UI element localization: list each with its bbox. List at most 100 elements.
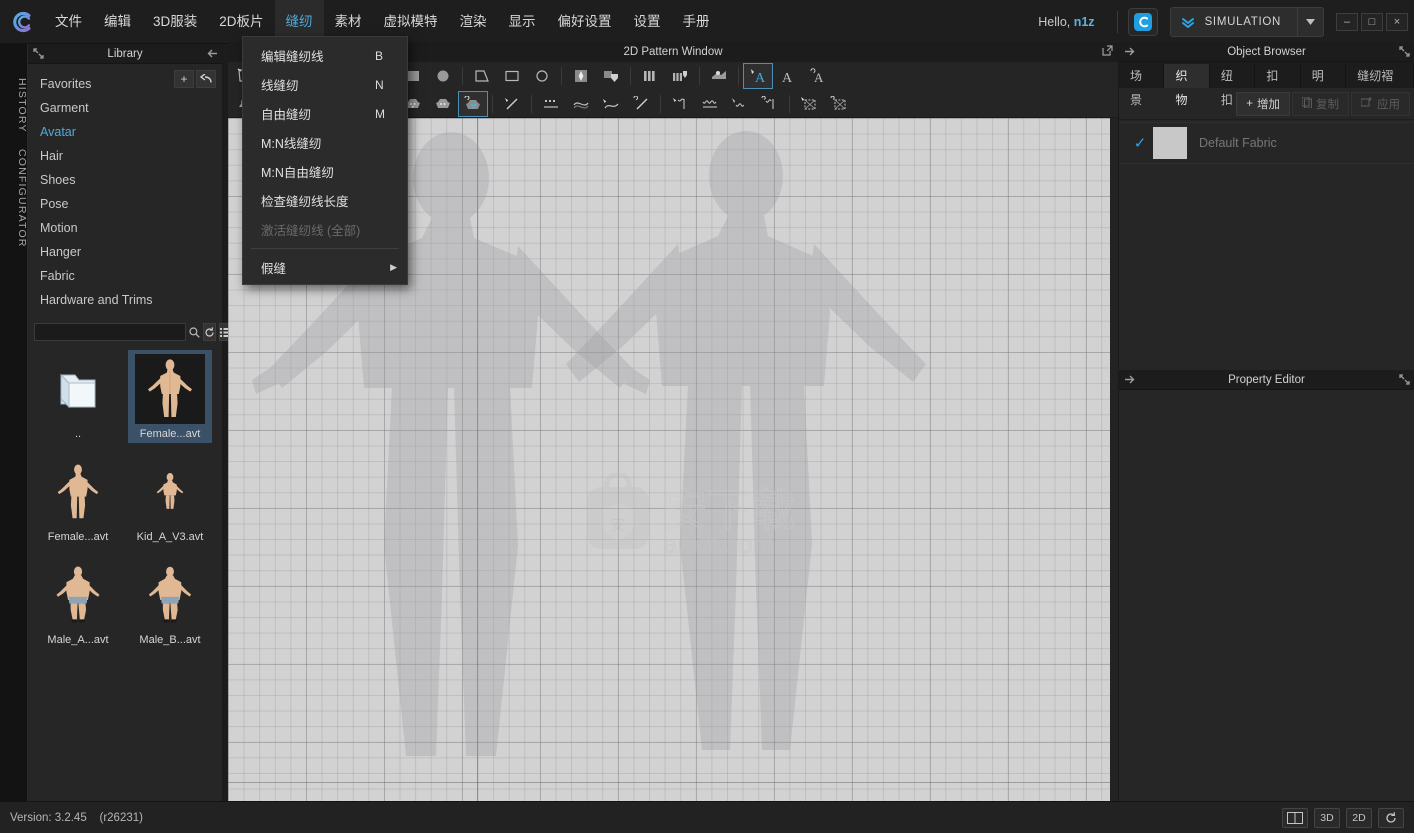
- collapse-right-icon[interactable]: [1119, 375, 1139, 384]
- trace-icon[interactable]: [704, 63, 734, 89]
- library-category-pose[interactable]: Pose: [28, 192, 222, 216]
- menu-item-render[interactable]: 渲染: [449, 0, 498, 44]
- rail-tab-history[interactable]: HISTORY: [0, 70, 28, 141]
- internal-polygon-icon[interactable]: [467, 63, 497, 89]
- reset-view-button[interactable]: [1378, 807, 1404, 828]
- minimize-button[interactable]: –: [1336, 12, 1358, 31]
- graphic-icon[interactable]: [428, 91, 458, 117]
- split-view-button[interactable]: [1282, 807, 1308, 828]
- expand-panel-icon[interactable]: [28, 48, 48, 59]
- library-category-hardware-and-trims[interactable]: Hardware and Trims: [28, 288, 222, 312]
- library-category-shoes[interactable]: Shoes: [28, 168, 222, 192]
- tab-scene[interactable]: 场景: [1119, 64, 1165, 107]
- file-item-female[interactable]: Female...avt: [36, 453, 120, 546]
- plus-icon[interactable]: +: [174, 70, 194, 88]
- line-stitch-icon[interactable]: [626, 91, 656, 117]
- refresh-icon[interactable]: [203, 323, 216, 341]
- file-item-female-selected[interactable]: Female...avt: [128, 350, 212, 443]
- internal-rectangle-icon[interactable]: [497, 63, 527, 89]
- view-2d-button[interactable]: 2D: [1346, 807, 1372, 828]
- caret-down-icon[interactable]: [1297, 7, 1323, 36]
- tab-fabric[interactable]: 织物: [1164, 64, 1210, 107]
- menu-item-preferences[interactable]: 偏好设置: [547, 0, 623, 44]
- menu-item-file[interactable]: 文件: [44, 0, 93, 44]
- status-bar: Version: 3.2.45 (r26231) 3D 2D: [0, 801, 1414, 833]
- menu-option-check-sewing-length[interactable]: 检查缝纫线长度: [243, 186, 407, 215]
- circle-pattern-icon[interactable]: [428, 63, 458, 89]
- chevron-right-icon: ▶: [390, 262, 397, 272]
- cloud-c-icon[interactable]: [1127, 7, 1158, 36]
- table-row[interactable]: ✓ Default Fabric: [1119, 122, 1414, 164]
- clo-c-logo-icon: [0, 0, 44, 44]
- menu-option-label: M:N线缝纫: [261, 137, 322, 151]
- collapse-right-icon[interactable]: [1119, 47, 1139, 56]
- tab-button[interactable]: 纽扣: [1210, 64, 1256, 107]
- library-header: Library: [28, 44, 222, 64]
- file-item-male-a[interactable]: Male_A...avt: [36, 556, 120, 649]
- menu-option-mn-free-sewing[interactable]: M:N自由缝纫: [243, 157, 407, 186]
- edit-mesh-icon[interactable]: [794, 91, 824, 117]
- notch-icon[interactable]: [596, 63, 626, 89]
- checkmark-icon[interactable]: ✓: [1127, 134, 1153, 152]
- file-item-male-b[interactable]: Male_B...avt: [128, 556, 212, 649]
- menu-option-free-sewing[interactable]: 自由缝纫 M: [243, 99, 407, 128]
- free-stitch-icon[interactable]: [566, 91, 596, 117]
- tab-buttonhole[interactable]: 扣眼: [1255, 64, 1301, 107]
- fold-arrange-icon[interactable]: [665, 63, 695, 89]
- library-actions: +: [174, 70, 216, 88]
- menu-option-mn-segment-sewing[interactable]: M:N线缝纫: [243, 128, 407, 157]
- pleat-icon[interactable]: [635, 63, 665, 89]
- tab-seam-pucker[interactable]: 缝纫褶皱: [1346, 64, 1414, 107]
- file-item-parent-folder[interactable]: ..: [36, 350, 120, 443]
- library-category-motion[interactable]: Motion: [28, 216, 222, 240]
- menu-item-edit[interactable]: 编辑: [93, 0, 142, 44]
- menu-item-display[interactable]: 显示: [498, 0, 547, 44]
- undo-arrow-icon[interactable]: [196, 70, 216, 88]
- library-category-hanger[interactable]: Hanger: [28, 240, 222, 264]
- close-button[interactable]: ×: [1386, 12, 1408, 31]
- library-category-fabric[interactable]: Fabric: [28, 264, 222, 288]
- menu-item-settings[interactable]: 设置: [623, 0, 672, 44]
- text-transform-icon[interactable]: A: [803, 63, 833, 89]
- library-category-garment[interactable]: Garment: [28, 96, 222, 120]
- menu-item-manual[interactable]: 手册: [672, 0, 721, 44]
- fabric-swatch[interactable]: [1153, 127, 1187, 159]
- transform-mesh-icon[interactable]: [824, 91, 854, 117]
- divider: [1116, 10, 1118, 33]
- library-category-avatar[interactable]: Avatar: [28, 120, 222, 144]
- rail-tab-configurator[interactable]: CONFIGURATOR: [0, 141, 28, 256]
- pop-out-icon[interactable]: [1096, 45, 1118, 59]
- segment-stitch-icon[interactable]: [536, 91, 566, 117]
- pop-out-icon[interactable]: [1394, 46, 1414, 57]
- button-graphic-icon[interactable]: [458, 91, 488, 117]
- collapse-left-icon[interactable]: [202, 49, 222, 58]
- object-browser-panel: Object Browser 场景 织物 纽扣 扣眼 明线 缝纫褶皱 + 增加 …: [1118, 42, 1414, 370]
- menu-option-segment-sewing[interactable]: 线缝纫 N: [243, 70, 407, 99]
- tab-topstitch[interactable]: 明线: [1301, 64, 1347, 107]
- elastic-edit-icon[interactable]: [665, 91, 695, 117]
- apply-button[interactable]: 应用: [1351, 91, 1410, 116]
- file-item-kid[interactable]: Kid_A_V3.avt: [128, 453, 212, 546]
- dart-icon[interactable]: [566, 63, 596, 89]
- view-3d-button[interactable]: 3D: [1314, 807, 1340, 828]
- search-input[interactable]: [34, 323, 186, 341]
- menu-option-basting[interactable]: 假缝 ▶: [243, 253, 407, 282]
- menu-item-3d-garment[interactable]: 3D服装: [142, 0, 208, 44]
- search-icon[interactable]: [189, 326, 200, 338]
- simulation-mode-selector[interactable]: SIMULATION: [1169, 6, 1324, 37]
- maximize-button[interactable]: □: [1361, 12, 1383, 31]
- elastic-icon[interactable]: [695, 91, 725, 117]
- menu-option-edit-sewing-line[interactable]: 编辑缝纫线 B: [243, 41, 407, 70]
- add-button[interactable]: + 增加: [1236, 91, 1290, 116]
- elastic-transform-icon[interactable]: [755, 91, 785, 117]
- shirring-icon[interactable]: [725, 91, 755, 117]
- library-category-hair[interactable]: Hair: [28, 144, 222, 168]
- text-icon[interactable]: A: [773, 63, 803, 89]
- object-browser-title: Object Browser: [1227, 45, 1306, 58]
- copy-button[interactable]: 复制: [1292, 91, 1349, 116]
- internal-circle-icon[interactable]: [527, 63, 557, 89]
- edit-stitch-icon[interactable]: [497, 91, 527, 117]
- pop-out-icon[interactable]: [1394, 374, 1414, 385]
- edit-text-icon[interactable]: A: [743, 63, 773, 89]
- curve-stitch-icon[interactable]: [596, 91, 626, 117]
